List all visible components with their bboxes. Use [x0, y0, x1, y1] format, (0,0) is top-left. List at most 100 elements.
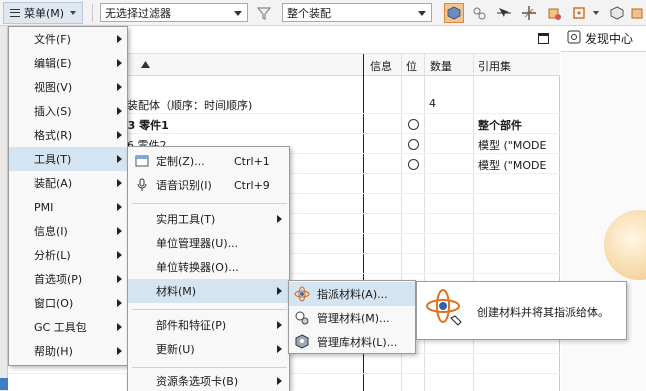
- menu-item-customize[interactable]: 定制(Z)... Ctrl+1: [128, 149, 289, 173]
- column-info[interactable]: 信息: [370, 58, 392, 74]
- row-reference-set: 模型 ("MODE: [478, 159, 547, 172]
- select-feature-icon[interactable]: [494, 3, 514, 23]
- menu-item-label: 编辑(E): [34, 57, 72, 70]
- menu-item-label: 工具(T): [34, 153, 72, 166]
- menu-item-unit-converter[interactable]: 单位转换器(O)...: [128, 255, 289, 279]
- menu-item-label: 插入(S): [34, 105, 72, 118]
- sort-asc-icon[interactable]: [141, 58, 150, 71]
- menu-item-view[interactable]: 视图(V): [9, 75, 127, 99]
- menu-item-gc-toolkit[interactable]: GC 工具包: [9, 315, 127, 339]
- menu-item-utilities[interactable]: 实用工具(T): [128, 207, 289, 231]
- position-radio[interactable]: [408, 139, 419, 150]
- menu-item-format[interactable]: 格式(R): [9, 123, 127, 147]
- submenu-arrow-icon: [277, 345, 282, 353]
- menu-item-resource-bar-tabs[interactable]: 资源条选项卡(B): [128, 369, 289, 391]
- main-menu: 文件(F) 编辑(E) 视图(V) 插入(S) 格式(R) 工具(T) 装配(A…: [8, 26, 128, 366]
- funnel-icon[interactable]: [254, 3, 274, 23]
- shortcut-label: Ctrl+9: [234, 178, 270, 192]
- selection-filter-dropdown[interactable]: 无选择过滤器: [100, 3, 248, 22]
- discovery-icon: [567, 30, 581, 47]
- menu-item-material[interactable]: 材料(M): [128, 279, 289, 303]
- assign-material-icon: [294, 286, 310, 302]
- menu-item-file[interactable]: 文件(F): [9, 27, 127, 51]
- menu-item-voice-recognition[interactable]: 语音识别(I) Ctrl+9: [128, 173, 289, 197]
- menu-item-tools[interactable]: 工具(T): [9, 147, 127, 171]
- menu-item-edit[interactable]: 编辑(E): [9, 51, 127, 75]
- submenu-arrow-icon: [117, 155, 122, 163]
- menu-divider: [132, 203, 287, 204]
- library-materials-icon: [294, 334, 310, 350]
- body-selection-icon[interactable]: [444, 3, 464, 23]
- menu-item-label: 指派材料(A)...: [317, 288, 388, 301]
- submenu-arrow-icon: [117, 299, 122, 307]
- menu-item-label: 帮助(H): [34, 345, 73, 358]
- selection-scope-dropdown[interactable]: 整个装配: [282, 3, 432, 22]
- position-radio[interactable]: [408, 159, 419, 170]
- menu-button-label: 菜单(M): [24, 7, 65, 20]
- assign-material-icon: [423, 288, 467, 335]
- row-reference-set: 模型 ("MODE: [478, 139, 547, 152]
- submenu-arrow-icon: [117, 59, 122, 67]
- row-quantity: 4: [429, 97, 436, 110]
- material-submenu: 指派材料(A)... 管理材料(M)... 管理库材料(L)...: [288, 280, 416, 354]
- toolbar-divider: [92, 4, 93, 22]
- globe-icon[interactable]: [0, 378, 8, 390]
- submenu-arrow-icon: [117, 227, 122, 235]
- menu-item-label: 更新(U): [156, 343, 195, 356]
- column-quantity[interactable]: 数量: [430, 58, 452, 74]
- submenu-arrow-icon: [117, 83, 122, 91]
- menu-item-manage-library-materials[interactable]: 管理库材料(L)...: [289, 330, 415, 354]
- submenu-arrow-icon: [277, 321, 282, 329]
- menu-item-information[interactable]: 信息(I): [9, 219, 127, 243]
- render-style-icon[interactable]: [628, 3, 646, 23]
- cube-snap-icon[interactable]: [544, 3, 564, 23]
- move-icon[interactable]: [519, 3, 539, 23]
- submenu-arrow-icon: [117, 347, 122, 355]
- menu-divider: [132, 367, 287, 368]
- submenu-arrow-icon: [117, 35, 122, 43]
- component-snap-icon[interactable]: [469, 3, 489, 23]
- menu-item-help[interactable]: 帮助(H): [9, 339, 127, 363]
- resource-bar: [0, 26, 8, 391]
- row-name: 装配体（顺序：时间顺序): [127, 99, 253, 112]
- chevron-down-icon[interactable]: [589, 3, 601, 23]
- menu-item-label: 格式(R): [34, 129, 73, 142]
- menu-item-label: 装配(A): [34, 177, 73, 190]
- menu-item-parts-and-features[interactable]: 部件和特征(P): [128, 313, 289, 337]
- menu-item-window[interactable]: 窗口(O): [9, 291, 127, 315]
- menu-item-label: 管理库材料(L)...: [317, 336, 398, 349]
- menu-item-update[interactable]: 更新(U): [128, 337, 289, 361]
- position-radio[interactable]: [408, 119, 419, 130]
- menu-item-insert[interactable]: 插入(S): [9, 99, 127, 123]
- maximize-icon[interactable]: [538, 33, 549, 44]
- discovery-label: 发现中心: [585, 32, 634, 46]
- column-position[interactable]: 位: [406, 58, 417, 74]
- menu-item-manage-materials[interactable]: 管理材料(M)...: [289, 306, 415, 330]
- menu-item-label: 资源条选项卡(B): [156, 375, 239, 388]
- menu-item-label: 首选项(P): [34, 273, 83, 286]
- column-reference-set[interactable]: 引用集: [478, 58, 511, 74]
- row-reference-set: 整个部件: [478, 119, 522, 132]
- menu-item-label: 单位管理器(U)...: [156, 237, 239, 250]
- menu-item-label: 视图(V): [34, 81, 73, 94]
- menu-item-label: 管理材料(M)...: [317, 312, 390, 325]
- menu-item-label: 部件和特征(P): [156, 319, 227, 332]
- tab-discovery-center[interactable]: 发现中心: [561, 26, 646, 52]
- tools-submenu: 定制(Z)... Ctrl+1 语音识别(I) Ctrl+9 实用工具(T) 单…: [127, 146, 290, 391]
- menu-item-assign-material[interactable]: 指派材料(A)...: [289, 282, 415, 306]
- menu-item-pmi[interactable]: PMI: [9, 195, 127, 219]
- menu-item-label: GC 工具包: [34, 321, 87, 334]
- menu-button[interactable]: 菜单(M): [3, 2, 83, 24]
- menu-item-preferences[interactable]: 首选项(P): [9, 267, 127, 291]
- view-cube-icon[interactable]: [607, 3, 627, 23]
- menu-item-assembly[interactable]: 装配(A): [9, 171, 127, 195]
- customize-icon: [134, 153, 150, 169]
- menu-item-unit-manager[interactable]: 单位管理器(U)...: [128, 231, 289, 255]
- snap-point-icon[interactable]: [569, 3, 589, 23]
- chevron-down-icon: [70, 11, 77, 15]
- menu-item-analysis[interactable]: 分析(L): [9, 243, 127, 267]
- command-tooltip: 创建材料并将其指派给体。: [416, 281, 627, 340]
- submenu-arrow-icon: [277, 377, 282, 385]
- submenu-arrow-icon: [277, 215, 282, 223]
- submenu-arrow-icon: [117, 107, 122, 115]
